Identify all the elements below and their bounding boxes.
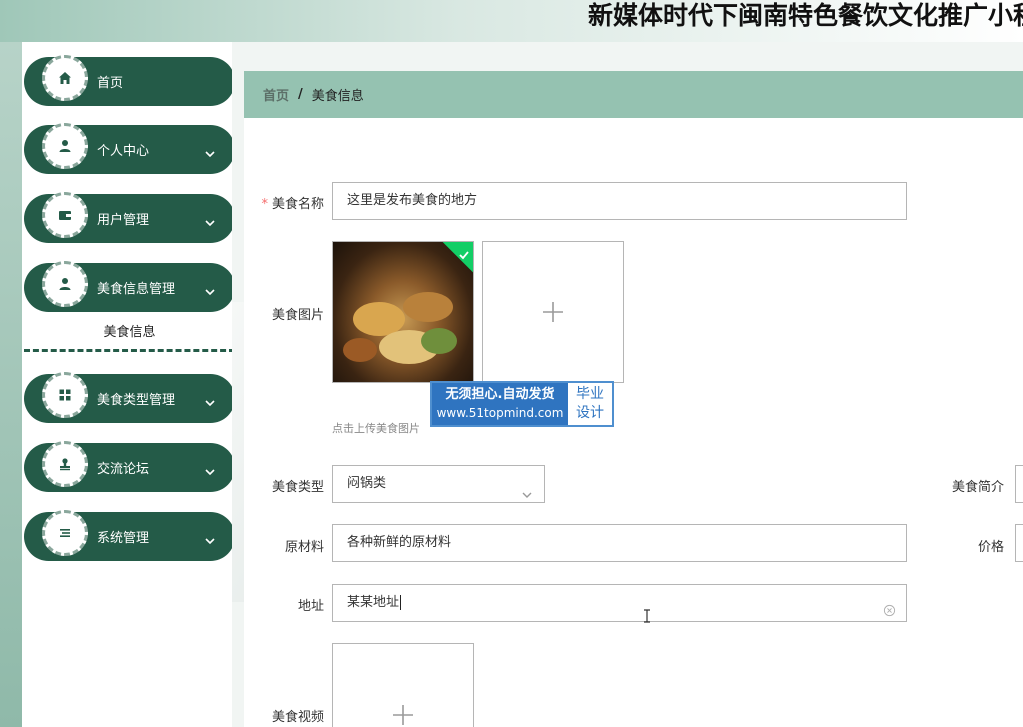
main-content: 首页 / 美食信息 * 美食名称 这里是发布美食的地方 美食图片 点击上传美食图片… <box>232 42 1023 727</box>
check-icon <box>459 245 469 260</box>
sidebar-subitem-food-info[interactable]: 美食信息 <box>24 314 235 352</box>
food-type-label: 美食类型 <box>271 480 324 495</box>
image-upload-button[interactable] <box>482 241 624 383</box>
breadcrumb-home-link[interactable]: 首页 <box>263 85 289 104</box>
app-title: 新媒体时代下闽南特色餐饮文化推广小程序 <box>587 1 1023 30</box>
user-icon <box>42 123 88 169</box>
stamp-icon <box>42 441 88 487</box>
breadcrumb-separator: / <box>298 87 303 102</box>
top-header-bar: 新媒体时代下闽南特色餐饮文化推广小程序 <box>0 0 1023 42</box>
chevron-down-icon <box>205 282 215 296</box>
sidebar-item-food-info-management[interactable]: 美食信息管理 <box>24 261 235 312</box>
chevron-down-icon <box>205 531 215 545</box>
text-caret <box>400 595 402 610</box>
sidebar-item-forum[interactable]: 交流论坛 <box>24 441 235 492</box>
address-label: 地址 <box>297 599 324 614</box>
chevron-down-icon <box>205 393 215 407</box>
home-icon <box>42 55 88 101</box>
sidebar-item-user-management[interactable]: 用户管理 <box>24 192 235 243</box>
chevron-down-icon <box>205 144 215 158</box>
sidebar-item-label: 美食信息管理 <box>97 282 176 297</box>
address-input[interactable]: 某某地址 <box>332 584 907 622</box>
material-input[interactable]: 各种新鲜的原材料 <box>332 524 907 562</box>
image-upload-hint: 点击上传美食图片 <box>332 422 420 435</box>
required-mark: * <box>261 197 268 212</box>
food-name-input[interactable]: 这里是发布美食的地方 <box>332 182 907 220</box>
food-video-label: 美食视频 <box>271 710 324 725</box>
clear-icon[interactable] <box>883 596 896 617</box>
food-name-label: * 美食名称 <box>261 197 324 212</box>
wallet-icon <box>42 192 88 238</box>
grid-icon <box>42 372 88 418</box>
food-edit-form: * 美食名称 这里是发布美食的地方 美食图片 点击上传美食图片 无须担心.自动发货… <box>244 118 1023 727</box>
list-icon <box>42 510 88 556</box>
chevron-down-icon <box>205 213 215 227</box>
breadcrumb: 首页 / 美食信息 <box>244 71 1023 118</box>
sidebar-item-personal-center[interactable]: 个人中心 <box>24 123 235 174</box>
plus-icon <box>391 703 415 727</box>
price-label: 价格 <box>977 540 1004 555</box>
sidebar-item-label: 系统管理 <box>97 531 150 546</box>
sidebar-item-food-type-management[interactable]: 美食类型管理 <box>24 372 235 423</box>
food-intro-input[interactable] <box>1015 465 1023 503</box>
food-type-select[interactable]: 闷锅类 <box>332 465 545 503</box>
food-image-label: 美食图片 <box>271 308 324 323</box>
mouse-text-cursor-icon <box>643 608 651 623</box>
user-icon <box>42 261 88 307</box>
sidebar-item-label: 用户管理 <box>97 213 150 228</box>
watermark-right2: 设计 <box>576 405 604 421</box>
video-upload-button[interactable] <box>332 643 474 727</box>
sidebar-item-label: 个人中心 <box>97 144 150 159</box>
upload-success-badge <box>441 242 473 274</box>
plus-icon <box>541 300 565 324</box>
chevron-down-icon <box>522 479 532 498</box>
food-type-selected-value: 闷锅类 <box>347 476 387 491</box>
sidebar-item-label: 首页 <box>97 76 124 91</box>
sidebar: 首页 个人中心 用户管理 美食信息管理 美食信息 美食类型管理 交流论坛 系统管… <box>22 42 235 727</box>
sidebar-item-home[interactable]: 首页 <box>24 55 235 106</box>
sidebar-item-label: 美食类型管理 <box>97 393 176 408</box>
food-intro-label: 美食简介 <box>951 480 1004 495</box>
food-image-thumbnail[interactable] <box>332 241 474 383</box>
watermark-badge: 无须担心.自动发货 www.51topmind.com 毕业 设计 <box>430 381 614 427</box>
watermark-line1: 无须担心.自动发货 <box>445 387 555 402</box>
chevron-down-icon <box>205 462 215 476</box>
address-input-value: 某某地址 <box>347 595 400 610</box>
watermark-right1: 毕业 <box>576 386 604 402</box>
sidebar-item-system-management[interactable]: 系统管理 <box>24 510 235 561</box>
sidebar-item-label: 交流论坛 <box>97 462 150 477</box>
left-decorative-strip <box>0 42 22 727</box>
material-label: 原材料 <box>284 540 324 555</box>
price-input[interactable] <box>1015 524 1023 562</box>
breadcrumb-current: 美食信息 <box>311 89 364 104</box>
watermark-line2: www.51topmind.com <box>436 406 564 420</box>
